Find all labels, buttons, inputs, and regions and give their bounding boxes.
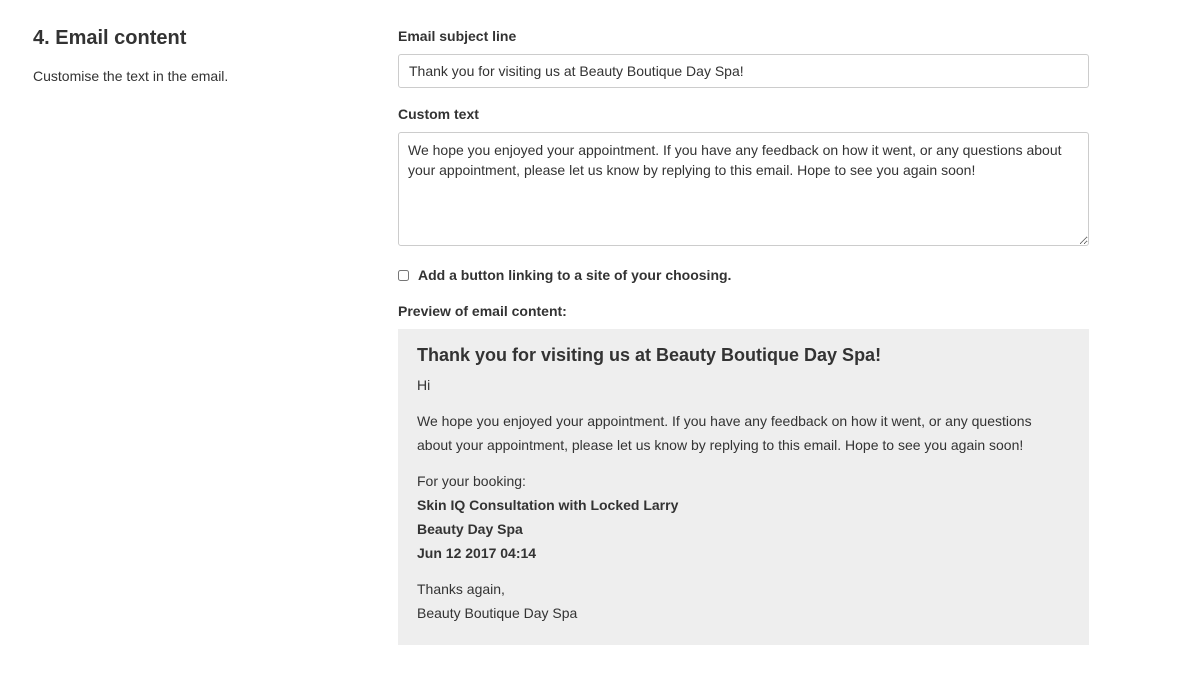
custom-text-label: Custom text: [398, 106, 479, 122]
subject-input[interactable]: [398, 54, 1089, 88]
preview-title: Thank you for visiting us at Beauty Bout…: [417, 345, 882, 365]
add-button-label[interactable]: Add a button linking to a site of your c…: [418, 267, 731, 283]
booking-service: Skin IQ Consultation with Locked Larry: [417, 497, 679, 513]
booking-datetime: Jun 12 2017 04:14: [417, 545, 537, 561]
preview-label: Preview of email content:: [398, 303, 567, 319]
add-button-checkbox[interactable]: [398, 269, 409, 281]
preview-body: We hope you enjoyed your appointment. If…: [417, 413, 1032, 453]
email-content-form: Email subject line Custom text We hope y…: [398, 26, 1089, 645]
booking-intro: For your booking:: [417, 473, 526, 489]
preview-signature: Beauty Boutique Day Spa: [417, 605, 578, 621]
custom-text-area[interactable]: We hope you enjoyed your appointment. If…: [398, 132, 1089, 246]
preview-greeting: Hi: [417, 377, 431, 393]
section-header: 4. Email content Customise the text in t…: [33, 24, 363, 86]
preview-thanks: Thanks again,: [417, 581, 505, 597]
booking-location: Beauty Day Spa: [417, 521, 523, 537]
section-description: Customise the text in the email.: [33, 68, 229, 84]
email-preview: Thank you for visiting us at Beauty Bout…: [398, 329, 1089, 645]
preview-booking-details: For your booking: Skin IQ Consultation w…: [417, 469, 1070, 565]
preview-signoff: Thanks again, Beauty Boutique Day Spa: [417, 577, 1070, 625]
button-option-row: Add a button linking to a site of your c…: [398, 264, 1089, 286]
subject-label: Email subject line: [398, 28, 517, 44]
email-content-page: 4. Email content Customise the text in t…: [0, 0, 1180, 681]
section-title: 4. Email content: [33, 27, 187, 49]
